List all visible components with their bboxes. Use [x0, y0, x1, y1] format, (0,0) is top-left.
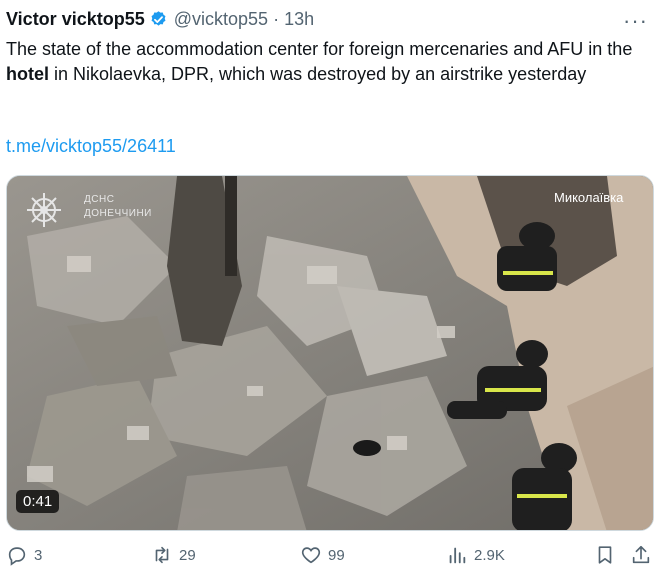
verified-badge-icon[interactable]: [149, 10, 168, 29]
emblem-icon: [27, 193, 61, 227]
separator-dot: ·: [273, 8, 280, 29]
reply-icon: [8, 547, 26, 566]
action-bar: 3 29 99 2.9K: [6, 544, 658, 572]
telegram-link[interactable]: t.me/vicktop55/26411: [6, 136, 176, 157]
author-handle[interactable]: @vicktop55: [174, 9, 268, 30]
repost-button[interactable]: 29: [151, 544, 196, 566]
like-button[interactable]: 99: [300, 544, 345, 566]
watermark-line2: ДОНЕЧЧИНИ: [84, 208, 152, 219]
reply-button[interactable]: 3: [6, 544, 42, 566]
tweet-text-bold: hotel: [6, 64, 49, 84]
views-button[interactable]: 2.9K: [446, 544, 505, 566]
repost-count: 29: [179, 546, 196, 564]
tweet-header: Victor vicktop55 @vicktop55 · 13h ···: [6, 6, 654, 34]
like-count: 99: [328, 546, 345, 564]
tweet-time[interactable]: 13h: [284, 9, 314, 30]
tweet-text-part1: The state of the accommodation center fo…: [6, 39, 633, 59]
reply-count: 3: [34, 546, 43, 564]
watermark-line1: ДСНС: [84, 194, 115, 205]
tweet-text-part2: in Nikolaevka, DPR, which was destroyed …: [49, 64, 587, 84]
location-label: Миколаївка: [554, 190, 624, 205]
watermark-logo: ДСНС ДОНЕЧЧИНИ: [24, 188, 151, 228]
author-name[interactable]: Victor vicktop55: [6, 9, 145, 30]
bookmark-icon: [598, 546, 612, 564]
video-media[interactable]: [6, 175, 654, 531]
analytics-icon: [449, 547, 466, 564]
view-count: 2.9K: [474, 546, 505, 564]
bookmark-button[interactable]: [594, 544, 622, 566]
share-icon: [632, 545, 650, 564]
video-frame: [7, 176, 653, 530]
share-button[interactable]: [630, 544, 658, 566]
heart-icon: [301, 547, 321, 564]
video-duration: 0:41: [16, 490, 60, 513]
tweet-text: The state of the accommodation center fo…: [6, 37, 656, 87]
more-options-icon[interactable]: ···: [623, 8, 648, 34]
repost-icon: [155, 546, 169, 564]
